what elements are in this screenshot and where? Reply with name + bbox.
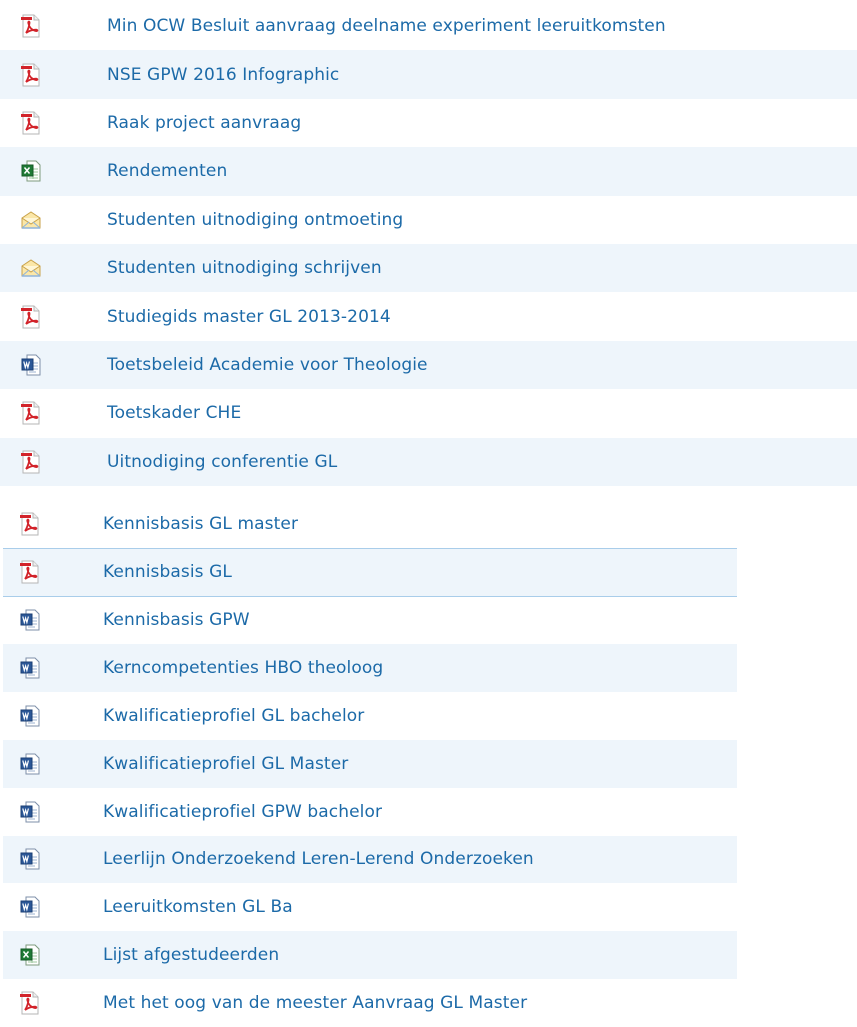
document-row: Min OCW Besluit aanvraag deelname experi… <box>0 2 857 50</box>
icon-cell <box>0 401 107 425</box>
word-icon[interactable] <box>20 353 42 377</box>
document-row: Kennisbasis GPW <box>3 597 737 645</box>
document-link[interactable]: Kennisbasis GPW <box>103 610 250 630</box>
document-row: Kennisbasis GL master <box>3 501 737 549</box>
document-row: Studenten uitnodiging ontmoeting <box>0 196 857 244</box>
document-list-1: Min OCW Besluit aanvraag deelname experi… <box>0 2 857 486</box>
pdf-icon[interactable] <box>20 111 42 135</box>
document-row: Studenten uitnodiging schrijven <box>0 243 857 293</box>
document-row: Lijst afgestudeerden <box>3 931 737 979</box>
document-link[interactable]: Toetsbeleid Academie voor Theologie <box>107 355 428 375</box>
document-row: Kwalificatieprofiel GL bachelor <box>3 692 737 740</box>
icon-cell <box>0 63 107 87</box>
word-icon[interactable] <box>19 752 41 776</box>
email-icon[interactable] <box>20 256 42 280</box>
document-link[interactable]: Studenten uitnodiging ontmoeting <box>107 210 403 230</box>
icon-cell <box>3 608 103 632</box>
document-list-2: Kennisbasis GL master Kennisbasis GL Ken… <box>3 501 737 1027</box>
document-row: Kwalificatieprofiel GL Master <box>3 739 737 788</box>
icon-cell <box>0 159 107 183</box>
word-icon[interactable] <box>19 895 41 919</box>
icon-cell <box>3 800 103 824</box>
document-row: Toetsbeleid Academie voor Theologie <box>0 340 857 390</box>
word-icon[interactable] <box>19 608 41 632</box>
document-row: Kwalificatieprofiel GPW bachelor <box>3 788 737 836</box>
document-link[interactable]: Leeruitkomsten GL Ba <box>103 897 293 917</box>
document-link[interactable]: Leerlijn Onderzoekend Leren-Lerend Onder… <box>103 849 534 869</box>
pdf-icon[interactable] <box>19 991 41 1015</box>
document-link[interactable]: Kwalificatieprofiel GL Master <box>103 754 348 774</box>
icon-cell <box>3 512 103 536</box>
document-link[interactable]: Studiegids master GL 2013-2014 <box>107 307 391 327</box>
word-icon[interactable] <box>19 704 41 728</box>
icon-cell <box>3 656 103 680</box>
document-row: Kerncompetenties HBO theoloog <box>3 644 737 693</box>
icon-cell <box>3 991 103 1015</box>
document-row: Kennisbasis GL <box>3 548 737 597</box>
document-row: Uitnodiging conferentie GL <box>0 437 857 486</box>
icon-cell <box>3 943 103 967</box>
document-row: Leeruitkomsten GL Ba <box>3 883 737 931</box>
document-link[interactable]: Kwalificatieprofiel GPW bachelor <box>103 802 382 822</box>
document-row: Toetskader CHE <box>0 389 857 437</box>
word-icon[interactable] <box>19 847 41 871</box>
word-icon[interactable] <box>19 800 41 824</box>
document-link[interactable]: Studenten uitnodiging schrijven <box>107 258 382 278</box>
pdf-icon[interactable] <box>19 512 41 536</box>
document-link[interactable]: Kennisbasis GL master <box>103 514 298 534</box>
icon-cell <box>0 305 107 329</box>
pdf-icon[interactable] <box>20 305 42 329</box>
icon-cell <box>0 256 107 280</box>
email-icon[interactable] <box>20 208 42 232</box>
document-link[interactable]: Lijst afgestudeerden <box>103 945 279 965</box>
document-link[interactable]: Uitnodiging conferentie GL <box>107 452 337 472</box>
pdf-icon[interactable] <box>20 63 42 87</box>
excel-icon[interactable] <box>19 943 41 967</box>
document-link[interactable]: Rendementen <box>107 161 227 181</box>
excel-icon[interactable] <box>20 159 42 183</box>
icon-cell <box>0 353 107 377</box>
icon-cell <box>3 895 103 919</box>
pdf-icon[interactable] <box>20 401 42 425</box>
document-row: Studiegids master GL 2013-2014 <box>0 292 857 340</box>
word-icon[interactable] <box>19 656 41 680</box>
pdf-icon[interactable] <box>20 14 42 38</box>
document-link[interactable]: Met het oog van de meester Aanvraag GL M… <box>103 993 527 1013</box>
document-link[interactable]: Kwalificatieprofiel GL bachelor <box>103 706 364 726</box>
document-row: Leerlijn Onderzoekend Leren-Lerend Onder… <box>3 835 737 884</box>
icon-cell <box>0 208 107 232</box>
document-row: Rendementen <box>0 147 857 196</box>
icon-cell <box>3 847 103 871</box>
icon-cell <box>0 14 107 38</box>
document-link[interactable]: Kerncompetenties HBO theoloog <box>103 658 383 678</box>
document-row: Raak project aanvraag <box>0 99 857 147</box>
document-link[interactable]: Min OCW Besluit aanvraag deelname experi… <box>107 16 666 36</box>
icon-cell <box>0 111 107 135</box>
icon-cell <box>3 560 103 584</box>
document-link[interactable]: Toetskader CHE <box>107 403 241 423</box>
pdf-icon[interactable] <box>20 450 42 474</box>
document-link[interactable]: NSE GPW 2016 Infographic <box>107 65 339 85</box>
document-link[interactable]: Raak project aanvraag <box>107 113 301 133</box>
icon-cell <box>3 704 103 728</box>
icon-cell <box>3 752 103 776</box>
icon-cell <box>0 450 107 474</box>
pdf-icon[interactable] <box>19 560 41 584</box>
document-row: Met het oog van de meester Aanvraag GL M… <box>3 979 737 1027</box>
document-link[interactable]: Kennisbasis GL <box>103 562 232 582</box>
document-row: NSE GPW 2016 Infographic <box>0 50 857 99</box>
